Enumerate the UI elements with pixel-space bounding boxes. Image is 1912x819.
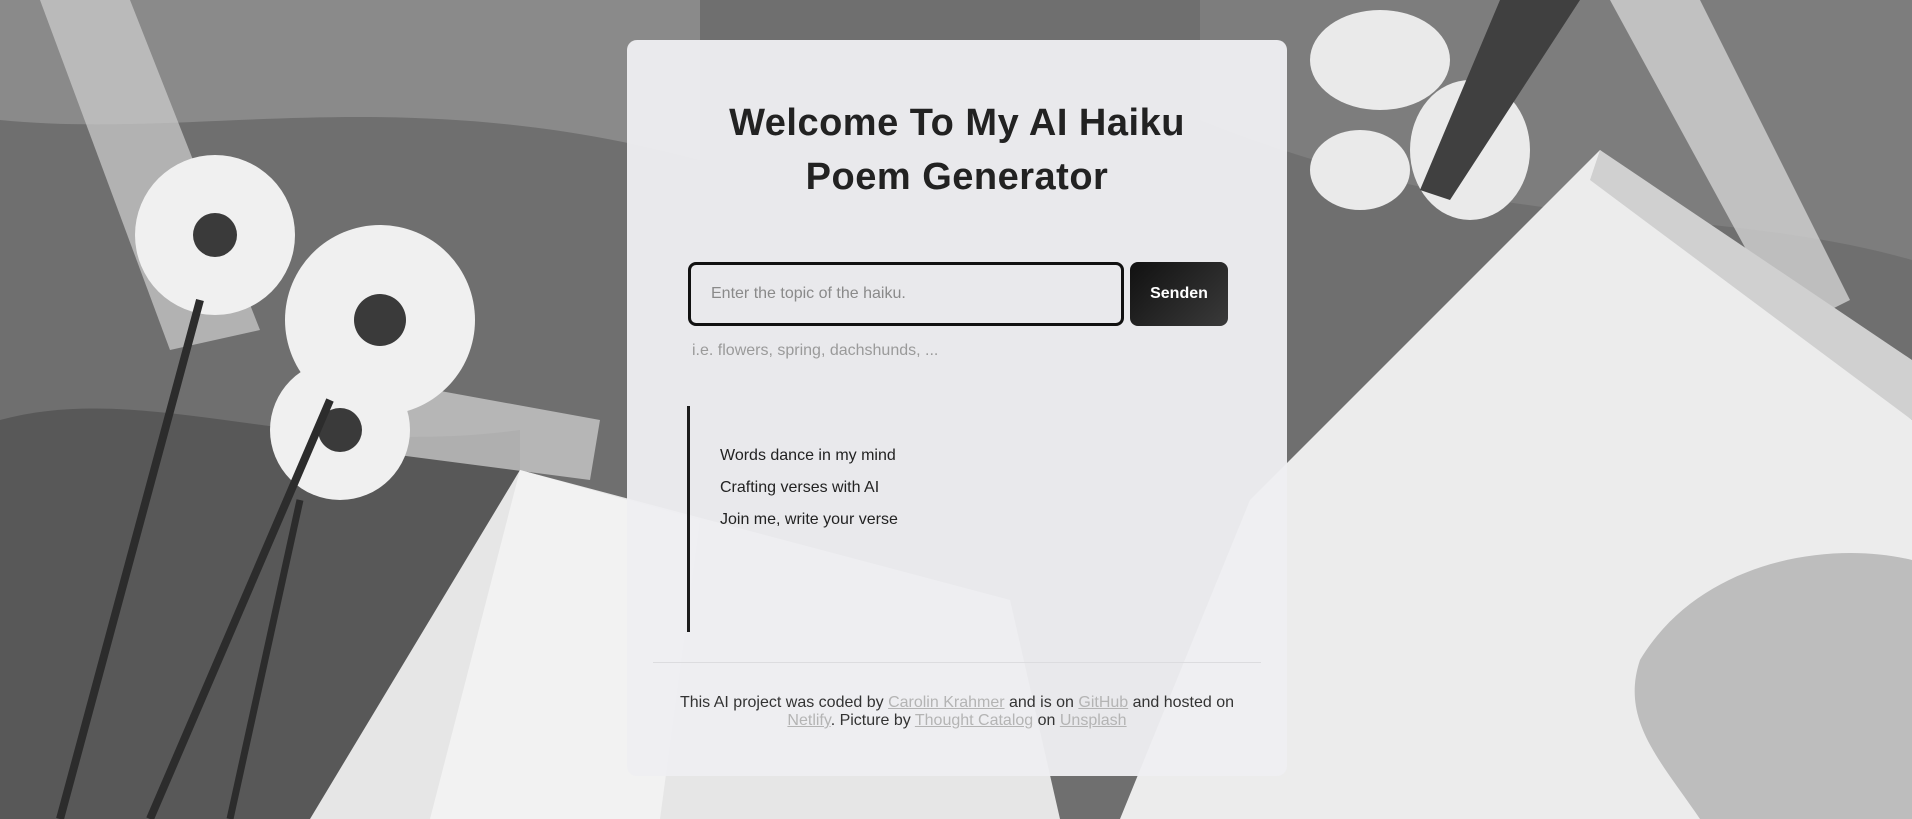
footer-text-is-on: and is on bbox=[1004, 694, 1079, 711]
unsplash-link[interactable]: Unsplash bbox=[1060, 712, 1127, 729]
haiku-output: Words dance in my mind Crafting verses w… bbox=[687, 406, 1207, 632]
footer-text-on: on bbox=[1033, 712, 1060, 729]
github-link[interactable]: GitHub bbox=[1078, 694, 1128, 711]
footer-text-coded-by: This AI project was coded by bbox=[679, 694, 889, 711]
photographer-link[interactable]: Thought Catalog bbox=[915, 712, 1033, 729]
submit-button[interactable]: Senden bbox=[1130, 262, 1228, 326]
footer-divider bbox=[653, 662, 1261, 663]
input-hint: i.e. flowers, spring, dachshunds, ... bbox=[692, 342, 939, 359]
footer-text-hosted-on: and hosted on bbox=[1128, 694, 1235, 711]
netlify-link[interactable]: Netlify bbox=[787, 712, 830, 729]
haiku-line-1: Words dance in my mind bbox=[720, 447, 896, 464]
page-title-line-2: Poem Generator bbox=[805, 156, 1109, 198]
author-link[interactable]: Carolin Krahmer bbox=[888, 694, 1004, 711]
page-title: Welcome To My AI Haiku Poem Generator bbox=[627, 96, 1287, 204]
footer-line-2: Netlify. Picture by Thought Catalog on U… bbox=[627, 712, 1287, 730]
page-title-line-1: Welcome To My AI Haiku bbox=[729, 102, 1185, 144]
footer: This AI project was coded by Carolin Kra… bbox=[627, 694, 1287, 730]
haiku-line-2: Crafting verses with AI bbox=[720, 479, 880, 496]
footer-text-picture-by: . Picture by bbox=[830, 712, 915, 729]
generator-card: Welcome To My AI Haiku Poem Generator Se… bbox=[627, 40, 1287, 776]
footer-line-1: This AI project was coded by Carolin Kra… bbox=[627, 694, 1287, 712]
haiku-line-3: Join me, write your verse bbox=[720, 511, 898, 528]
topic-input[interactable] bbox=[688, 262, 1124, 326]
haiku-form: Senden bbox=[688, 262, 1228, 326]
